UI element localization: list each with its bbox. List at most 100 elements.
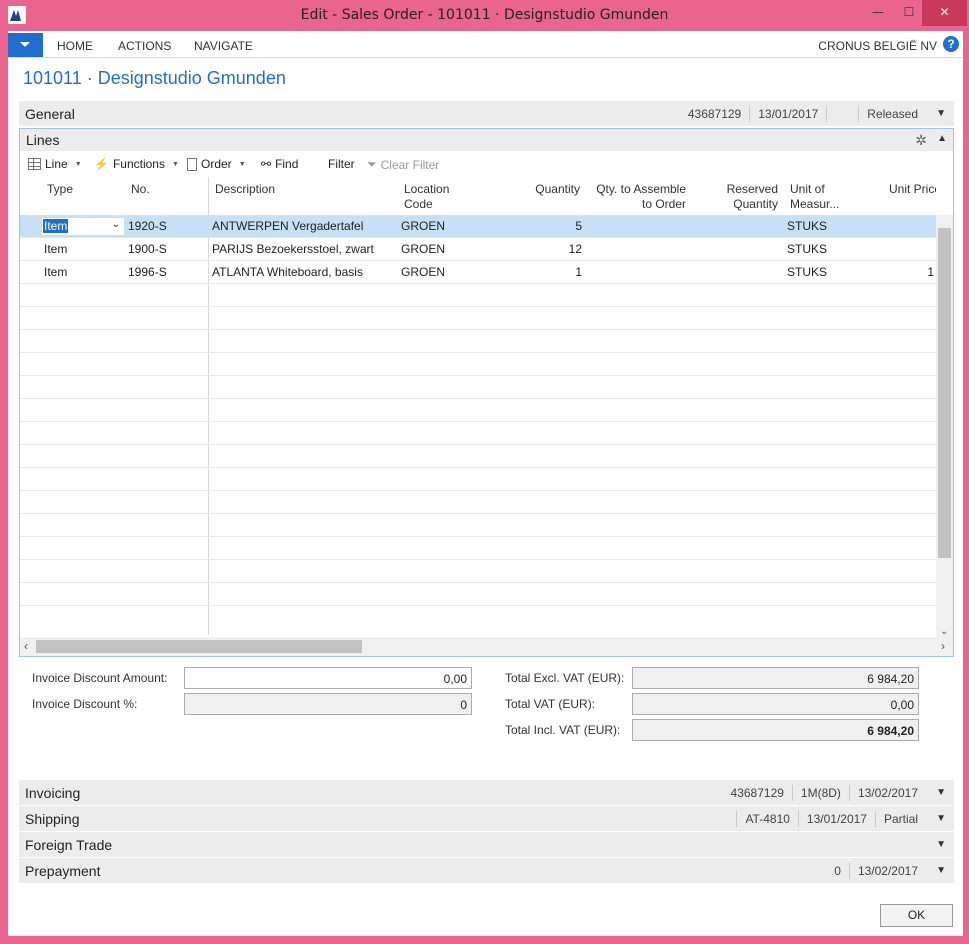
chevron-down-icon[interactable]: ⌄ [112,219,120,230]
cell-location[interactable]: GROEN [401,265,445,279]
empty-row[interactable] [20,445,936,468]
table-row[interactable]: Item 1996-S ATLANTA Whiteboard, basis GR… [20,261,936,284]
col-reserved-quantity[interactable]: Reserved Quantity [710,182,778,212]
summary-value: 1M(8D) [791,784,849,801]
company-name[interactable]: CRONUS BELGIË NV [818,39,937,53]
scroll-down-icon[interactable]: ⌄ [940,626,948,637]
help-icon[interactable]: ? [943,36,959,52]
binoculars-icon: ⚯ [261,157,272,171]
col-qty-to-assemble[interactable]: Qty. to Assemble to Order [586,182,686,212]
scroll-right-icon[interactable]: › [941,639,945,653]
col-no[interactable]: No. [131,182,150,197]
cell-description[interactable]: ANTWERPEN Vergadertafel [212,219,363,233]
col-unit-of-measure[interactable]: Unit of Measur... [790,182,839,212]
tab-home[interactable]: HOME [57,39,93,53]
scrollbar-thumb[interactable] [938,228,951,558]
col-location-code[interactable]: Location Code [404,182,449,212]
maximize-button[interactable]: ☐ [893,0,925,26]
cell-uom[interactable]: STUKS [787,242,827,256]
find-button[interactable]: ⚯ Find [261,157,298,171]
grid-header: Type No. Description Location Code Quant… [20,177,936,215]
summary-value: 13/01/2017 [749,105,826,122]
minimize-button[interactable]: — [862,0,894,26]
cell-quantity[interactable]: 12 [520,242,582,256]
functions-menu-button[interactable]: ⚡ Functions ▼ [94,157,179,171]
horizontal-scrollbar[interactable]: ‹ › [20,637,953,656]
tab-actions[interactable]: ACTIONS [118,39,171,53]
col-unit-price[interactable]: Unit Price [889,182,936,197]
chevron-down-icon[interactable]: ▼ [936,108,946,119]
cell-type[interactable]: Item [44,242,67,256]
order-menu-button[interactable]: Order ▼ [187,157,246,171]
cell-type[interactable]: Item [44,265,67,279]
empty-row[interactable] [20,514,936,537]
empty-row[interactable] [20,491,936,514]
invoice-discount-amount-label: Invoice Discount Amount: [32,671,168,685]
filter-button[interactable]: Filter [328,157,355,171]
fasttab-prepayment[interactable]: Prepayment 0 13/02/2017 ▼ [19,858,954,883]
empty-row[interactable] [20,468,936,491]
col-type[interactable]: Type [47,182,73,197]
cell-description[interactable]: ATLANTA Whiteboard, basis [212,265,363,279]
order-menu-label: Order [201,157,232,171]
scroll-left-icon[interactable]: ‹ [24,639,28,653]
chevron-down-icon[interactable]: ▼ [936,865,946,876]
clear-filter-button[interactable]: ⏷ Clear Filter [367,157,439,172]
ok-button[interactable]: OK [880,904,953,927]
cell-uom[interactable]: STUKS [787,219,827,233]
window-titlebar[interactable]: Edit - Sales Order - 101011 · Designstud… [0,0,969,31]
empty-row[interactable] [20,560,936,583]
application-menu-button[interactable] [8,33,43,57]
cell-location[interactable]: GROEN [401,242,445,256]
line-menu-button[interactable]: Line ▼ [28,157,82,171]
scrollbar-thumb[interactable] [36,640,362,653]
cell-unit-price[interactable]: 1 [900,265,934,279]
empty-row[interactable] [20,284,936,307]
functions-menu-label: Functions [112,157,165,171]
chevron-down-icon[interactable]: ▼ [936,787,946,798]
cell-description[interactable]: PARIJS Bezoekersstoel, zwart [212,242,374,256]
chevron-down-icon[interactable]: ▼ [936,839,946,850]
empty-row[interactable] [20,537,936,560]
total-vat-label: Total VAT (EUR): [505,697,596,711]
table-row[interactable]: Item 1900-S PARIJS Bezoekersstoel, zwart… [20,238,936,261]
empty-row[interactable] [20,376,936,399]
cell-quantity[interactable]: 1 [520,265,582,279]
close-button[interactable]: ✕ [922,0,967,26]
col-quantity[interactable]: Quantity [520,182,580,197]
vertical-scrollbar[interactable]: ⌄ [936,215,953,637]
cell-uom[interactable]: STUKS [787,265,827,279]
page-title: 101011 · Designstudio Gmunden [23,68,286,88]
summary-value [826,105,858,122]
empty-row[interactable] [20,307,936,330]
gear-icon[interactable]: ✲ [915,132,927,149]
col-description[interactable]: Description [215,182,275,197]
cell-quantity[interactable]: 5 [520,219,582,233]
empty-row[interactable] [20,399,936,422]
fasttab-foreign-trade[interactable]: Foreign Trade ▼ [19,832,954,857]
empty-row[interactable] [20,422,936,445]
dropdown-arrow-icon: ▼ [74,160,82,168]
fasttab-invoicing[interactable]: Invoicing 43687129 1M(8D) 13/02/2017 ▼ [19,780,954,805]
cell-no[interactable]: 1900-S [128,242,167,256]
invoice-discount-amount-field[interactable]: 0,00 [184,667,472,689]
chevron-down-icon[interactable]: ▼ [936,813,946,824]
fasttab-general[interactable]: General 43687129 13/01/2017 Released ▼ [19,101,954,126]
empty-row[interactable] [20,330,936,353]
empty-row[interactable] [20,583,936,606]
summary-value: Partial [874,810,926,827]
fasttab-shipping[interactable]: Shipping AT-4810 13/01/2017 Partial ▼ [19,806,954,831]
window-title: Edit - Sales Order - 101011 · Designstud… [300,7,669,23]
table-row[interactable]: Item ⌄ 1920-S ANTWERPEN Vergadertafel GR… [20,215,936,238]
chevron-up-icon[interactable]: ▲ [937,133,947,144]
cell-location[interactable]: GROEN [401,219,445,233]
invoice-discount-pct-field: 0 [184,693,472,715]
empty-row[interactable] [20,353,936,376]
main-panel: HOME ACTIONS NAVIGATE CRONUS BELGIË NV ?… [8,31,963,936]
tab-navigate[interactable]: NAVIGATE [194,39,253,53]
type-dropdown[interactable]: Item ⌄ [42,218,124,235]
cell-no[interactable]: 1920-S [128,219,167,233]
cell-no[interactable]: 1996-S [128,265,167,279]
summary-value: 43687129 [687,106,742,121]
lines-header[interactable]: Lines ✲ ▲ [20,129,953,151]
